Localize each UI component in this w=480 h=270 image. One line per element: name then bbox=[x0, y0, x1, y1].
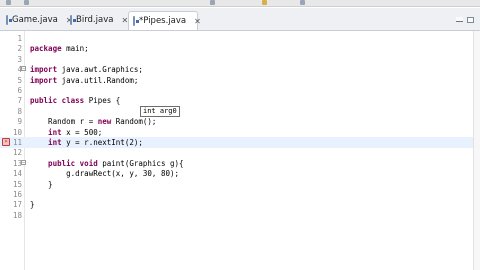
code-line[interactable]: 17} bbox=[0, 199, 480, 210]
code-token: Pipes { bbox=[84, 96, 121, 106]
fold-toggle-icon[interactable]: − bbox=[21, 66, 26, 72]
code-line[interactable]: 14 g.drawRect(x, y, 30, 80); bbox=[0, 168, 480, 179]
line-number: 7 bbox=[17, 96, 22, 106]
code-line[interactable]: 7 public class Pipes { bbox=[0, 95, 480, 106]
code-text: package main; bbox=[30, 43, 89, 54]
code-token: Random(); bbox=[111, 117, 157, 127]
line-number: 14 bbox=[12, 169, 22, 179]
keyword-token: public class bbox=[30, 96, 85, 106]
code-token: } bbox=[30, 179, 53, 189]
line-number: 15 bbox=[12, 179, 22, 189]
line-number: 10 bbox=[12, 127, 22, 137]
code-line[interactable]: 13− public void paint(Graphics g){ bbox=[0, 158, 480, 169]
code-token: java.awt.Graphics; bbox=[57, 65, 143, 75]
toolbar-icon-3[interactable] bbox=[210, 0, 215, 5]
line-number: 12 bbox=[12, 148, 22, 158]
line-number: 17 bbox=[12, 200, 22, 210]
fold-toggle-icon[interactable]: − bbox=[21, 159, 26, 165]
keyword-token: import bbox=[30, 65, 58, 75]
line-number: 1 bbox=[17, 34, 22, 43]
code-line[interactable]: 5 import java.util.Random; bbox=[0, 75, 480, 86]
code-text: Random r = new Random(); bbox=[30, 116, 156, 127]
code-line[interactable]: 9 Random r = new Random(); bbox=[0, 116, 480, 127]
line-number: 3 bbox=[17, 54, 22, 64]
code-token: Random r = bbox=[30, 117, 98, 127]
code-token: } bbox=[30, 200, 35, 210]
tab-pipes-java[interactable]: *Pipes.java ✕ bbox=[128, 11, 201, 30]
code-text: int y = r.nextInt(2); bbox=[30, 137, 143, 148]
error-marker-icon[interactable]: × bbox=[2, 138, 10, 146]
code-token: y = r.nextInt(2); bbox=[61, 138, 143, 147]
toolbar-icon-5[interactable] bbox=[300, 0, 305, 5]
tab-label: Bird.java bbox=[76, 15, 114, 25]
code-line[interactable]: 2 package main; bbox=[0, 43, 480, 54]
keyword-token: new bbox=[97, 117, 112, 127]
code-token: main; bbox=[61, 44, 89, 54]
line-number: 16 bbox=[12, 190, 22, 199]
line-number: 2 bbox=[17, 44, 22, 54]
code-text: } bbox=[30, 179, 53, 190]
code-text: public void paint(Graphics g){ bbox=[30, 158, 184, 169]
keyword-token: int bbox=[30, 127, 62, 137]
keyword-token: import bbox=[30, 75, 58, 85]
code-editor[interactable]: 1 2 package main; 3 4− import java.awt.Graphi… bbox=[0, 31, 480, 270]
code-text: int x = 500; bbox=[30, 127, 102, 138]
line-number: 13 bbox=[12, 158, 22, 168]
code-line[interactable]: 4− import java.awt.Graphics; bbox=[0, 64, 480, 75]
java-file-icon bbox=[6, 15, 12, 25]
line-number: 4 bbox=[17, 65, 22, 75]
keyword-token: public void bbox=[30, 158, 98, 168]
code-line[interactable]: 15 } bbox=[0, 179, 480, 190]
code-text: g.drawRect(x, y, 30, 80); bbox=[30, 168, 179, 179]
code-text: import java.awt.Graphics; bbox=[30, 64, 143, 75]
editor-tab-bar: Game.java ✕ Bird.java ✕ *Pipes.java ✕ bbox=[0, 8, 480, 31]
parameter-hint-tooltip: int arg0 bbox=[140, 106, 180, 117]
close-icon[interactable]: ✕ bbox=[194, 17, 201, 26]
code-line[interactable]: 10 int x = 500; bbox=[0, 127, 480, 138]
code-line[interactable]: 11 × int y = r.nextInt(2); bbox=[0, 137, 480, 148]
code-token: paint(Graphics g){ bbox=[97, 158, 184, 168]
line-number: 9 bbox=[17, 117, 22, 127]
code-line[interactable]: 16 bbox=[0, 189, 480, 200]
keyword-token: int bbox=[30, 138, 62, 147]
code-line[interactable]: 3 bbox=[0, 54, 480, 65]
code-line[interactable]: 6 bbox=[0, 85, 480, 96]
line-number: 18 bbox=[12, 210, 22, 220]
view-controls bbox=[456, 17, 474, 23]
code-line[interactable]: 18 bbox=[0, 210, 480, 221]
code-token: g.drawRect(x, y, 30, 80); bbox=[30, 169, 180, 179]
maximize-icon[interactable] bbox=[467, 17, 474, 23]
line-number: 8 bbox=[17, 106, 22, 116]
java-file-icon bbox=[133, 16, 139, 26]
code-text: import java.util.Random; bbox=[30, 75, 138, 86]
toolbar-icon-1[interactable] bbox=[6, 0, 11, 5]
code-line[interactable]: 1 bbox=[0, 33, 480, 44]
code-line[interactable]: 12 bbox=[0, 147, 480, 158]
code-token: java.util.Random; bbox=[57, 75, 139, 85]
line-number: 6 bbox=[17, 86, 22, 95]
tab-bird-java[interactable]: Bird.java ✕ bbox=[66, 11, 128, 29]
toolbar-icon-2[interactable] bbox=[24, 0, 29, 5]
code-line[interactable]: 8 bbox=[0, 106, 480, 117]
tab-label: Game.java bbox=[12, 15, 58, 25]
toolbar-icon-4[interactable] bbox=[262, 0, 267, 5]
line-number: 5 bbox=[17, 75, 22, 85]
java-file-icon bbox=[70, 15, 76, 25]
minimize-icon[interactable] bbox=[456, 17, 463, 22]
overview-ruler bbox=[473, 31, 480, 270]
keyword-token: package bbox=[30, 44, 62, 54]
tab-label: *Pipes.java bbox=[139, 16, 187, 26]
code-text: } bbox=[30, 199, 35, 210]
toolbar bbox=[0, 0, 480, 7]
code-text: public class Pipes { bbox=[30, 95, 120, 106]
tab-game-java[interactable]: Game.java ✕ bbox=[2, 11, 73, 29]
code-token: x = 500; bbox=[61, 127, 103, 137]
